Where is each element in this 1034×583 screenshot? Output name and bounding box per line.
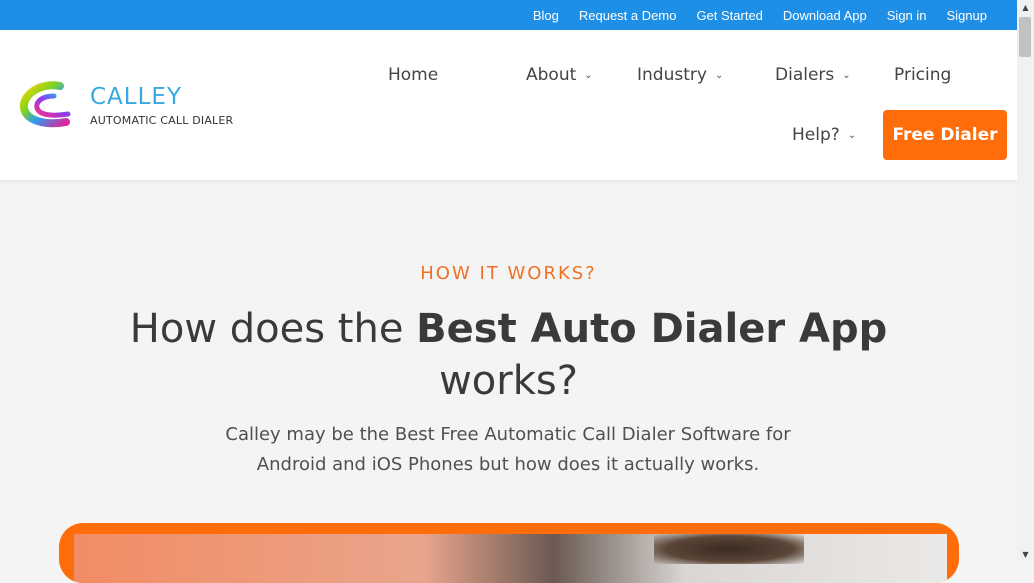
chevron-down-icon: ⌄ bbox=[714, 69, 724, 81]
top-utility-bar: Blog Request a Demo Get Started Download… bbox=[0, 0, 1017, 30]
chevron-down-icon: ⌄ bbox=[847, 129, 857, 141]
chevron-down-icon: ⌄ bbox=[842, 69, 851, 81]
nav-home[interactable]: Home bbox=[388, 65, 438, 85]
nav-home-label: Home bbox=[388, 65, 439, 85]
headline-bold: Best Auto Dialer App bbox=[416, 306, 888, 352]
nav-help-label: Help? bbox=[792, 125, 840, 145]
headline-plain: How does the bbox=[129, 306, 417, 352]
hero-photo bbox=[74, 534, 947, 583]
nav-help[interactable]: Help? ⌄ bbox=[792, 125, 856, 145]
chevron-down-icon: ⌄ bbox=[584, 69, 593, 81]
sign-in-link[interactable]: Sign in bbox=[887, 8, 927, 23]
nav-dialers[interactable]: Dialers ⌄ bbox=[775, 65, 851, 85]
nav-industry[interactable]: Industry ⌄ bbox=[637, 65, 723, 85]
page-title: How does the Best Auto Dialer App works? bbox=[0, 303, 1017, 407]
main-header: CALLEY AUTOMATIC CALL DIALER Home About … bbox=[0, 30, 1017, 180]
get-started-link[interactable]: Get Started bbox=[696, 8, 762, 23]
section-eyebrow: HOW IT WORKS? bbox=[420, 263, 597, 284]
blog-link[interactable]: Blog bbox=[533, 8, 559, 23]
nav-about[interactable]: About ⌄ bbox=[526, 65, 593, 85]
headline-line2: works? bbox=[439, 358, 578, 404]
free-dialer-button[interactable]: Free Dialer bbox=[883, 110, 1007, 160]
request-demo-link[interactable]: Request a Demo bbox=[579, 8, 677, 23]
scroll-down-arrow-icon[interactable]: ▼ bbox=[1017, 547, 1034, 561]
logo-tagline: AUTOMATIC CALL DIALER bbox=[90, 114, 234, 127]
logo-name: CALLEY bbox=[90, 84, 183, 110]
scrollbar-thumb[interactable] bbox=[1019, 17, 1031, 57]
scroll-up-arrow-icon[interactable]: ▲ bbox=[1017, 0, 1034, 14]
page-scrollbar[interactable]: ▲ ▼ bbox=[1017, 0, 1034, 561]
signup-link[interactable]: Signup bbox=[947, 8, 987, 23]
nav-industry-label: Industry bbox=[637, 65, 707, 85]
photo-person-hair bbox=[654, 534, 804, 564]
nav-pricing-label: Pricing bbox=[894, 65, 952, 85]
nav-pricing[interactable]: Pricing bbox=[894, 65, 951, 85]
nav-dialers-label: Dialers bbox=[775, 65, 835, 85]
calley-swirl-logo-icon bbox=[19, 81, 71, 128]
hero-description: Calley may be the Best Free Automatic Ca… bbox=[225, 424, 791, 475]
download-app-link[interactable]: Download App bbox=[783, 8, 867, 23]
hero-video-card[interactable] bbox=[59, 523, 959, 583]
nav-about-label: About bbox=[526, 65, 577, 85]
logo[interactable]: CALLEY AUTOMATIC CALL DIALER bbox=[18, 78, 238, 134]
